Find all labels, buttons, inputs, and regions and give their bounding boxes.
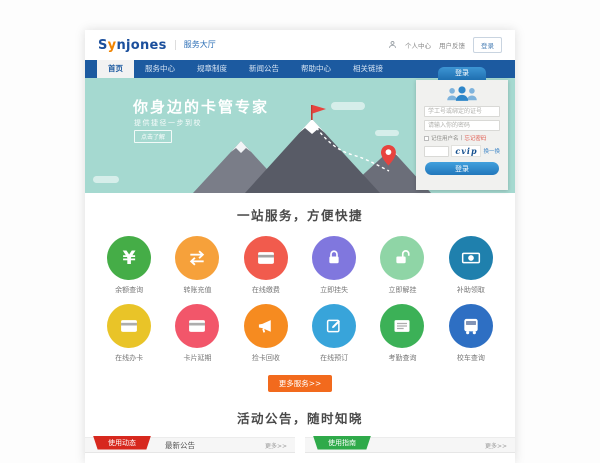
service-balance[interactable]: ¥ 余额查询	[95, 236, 163, 295]
login-submit-button[interactable]: 登录	[425, 162, 499, 175]
service-report-loss[interactable]: 立即挂失	[300, 236, 368, 295]
logo-text-rest: njones	[116, 38, 166, 53]
guide-panel-header: 使用指南 更多>>	[305, 437, 515, 453]
service-card-renewal[interactable]: 卡片延期	[163, 304, 231, 363]
nav-item-home[interactable]: 首页	[97, 60, 134, 78]
transfer-icon	[175, 236, 219, 280]
services-title: 一站服务，方便快捷	[85, 205, 515, 224]
megaphone-icon	[244, 304, 288, 348]
service-attendance[interactable]: 考勤查询	[368, 304, 436, 363]
site-header: Synjones 服务大厅 个人中心 用户反馈 登录	[85, 30, 515, 60]
compose-icon	[312, 304, 356, 348]
unlock-icon	[380, 236, 424, 280]
nav-item-rules[interactable]: 规章制度	[186, 60, 238, 78]
site-container: Synjones 服务大厅 个人中心 用户反馈 登录 首页 服务中心 规章制度 …	[85, 30, 515, 463]
logo-text: S	[98, 38, 108, 53]
users-icon	[442, 85, 482, 103]
guide-panel: 使用指南 更多>>	[305, 437, 515, 463]
bus-icon	[449, 304, 493, 348]
divider: |	[461, 135, 463, 141]
bank-card-icon	[107, 304, 151, 348]
news-panel: 使用动态 最新公告 更多>>	[85, 437, 295, 463]
service-online-booking[interactable]: 在线预订	[300, 304, 368, 363]
bank-card-icon	[244, 236, 288, 280]
nav-item-help[interactable]: 帮助中心	[290, 60, 342, 78]
tab-usage-news[interactable]: 使用动态	[93, 436, 151, 450]
guide-more-link[interactable]: 更多>>	[485, 441, 507, 450]
remember-label: 记住用户名	[431, 134, 459, 142]
announcements-title: 活动公告，随时知晓	[85, 408, 515, 427]
person-icon	[388, 40, 397, 51]
login-panel: 登录 记住用户名 | 忘记密码 cvip 换一换 登录	[416, 80, 508, 190]
services-section: 一站服务，方便快捷 ¥ 余额查询 转账充值 在线缴费	[85, 193, 515, 404]
service-unfreeze[interactable]: 立即解挂	[368, 236, 436, 295]
service-pay-online[interactable]: 在线缴费	[232, 236, 300, 295]
announcement-panels: 使用动态 最新公告 更多>> 使用指南 更多>>	[85, 437, 515, 463]
user-feedback-link[interactable]: 用户反馈	[439, 40, 465, 50]
nav-item-links[interactable]: 相关链接	[342, 60, 394, 78]
student-id-input[interactable]	[424, 106, 500, 117]
hero-subtitle: 提供捷径一步到校	[134, 118, 202, 128]
remember-checkbox[interactable]	[424, 136, 429, 141]
yuan-icon: ¥	[107, 236, 151, 280]
news-more-link[interactable]: 更多>>	[265, 441, 287, 450]
captcha-row: cvip 换一换	[424, 145, 500, 157]
logo[interactable]: Synjones	[98, 38, 167, 53]
nav-item-news[interactable]: 新闻公告	[238, 60, 290, 78]
banknote-icon	[449, 236, 493, 280]
remember-row: 记住用户名 | 忘记密码	[424, 134, 500, 142]
captcha-refresh-link[interactable]: 换一换	[483, 147, 500, 155]
service-transfer[interactable]: 转账充值	[163, 236, 231, 295]
captcha-image[interactable]: cvip	[451, 145, 481, 157]
tab-latest-announcements[interactable]: 最新公告	[165, 440, 195, 451]
login-tab[interactable]: 登录	[438, 67, 486, 80]
announcements-section: 活动公告，随时知晓 使用动态 最新公告 更多>> 使用指南 更多>>	[85, 404, 515, 463]
forgot-password-link[interactable]: 忘记密码	[464, 134, 486, 142]
services-grid: ¥ 余额查询 转账充值 在线缴费 立即挂失	[85, 224, 515, 363]
tab-usage-guide[interactable]: 使用指南	[313, 436, 371, 450]
mountain-illustration	[193, 101, 431, 193]
guide-panel-body	[305, 453, 515, 463]
cloud-decoration	[93, 176, 119, 183]
news-panel-header: 使用动态 最新公告 更多>>	[85, 437, 295, 453]
service-card-recovery[interactable]: 捡卡回收	[232, 304, 300, 363]
news-panel-body	[85, 453, 295, 463]
personal-center-link[interactable]: 个人中心	[405, 40, 431, 50]
password-input[interactable]	[424, 120, 500, 131]
hero-cta-button[interactable]: 点击了解	[134, 130, 172, 143]
hero-banner: 你身边的卡管专家 提供捷径一步到校 点击了解 登录	[85, 78, 515, 193]
header-login-button[interactable]: 登录	[473, 37, 502, 53]
captcha-input[interactable]	[424, 146, 449, 157]
service-school-bus[interactable]: 校车查询	[437, 304, 505, 363]
lock-icon	[312, 236, 356, 280]
more-services-button[interactable]: 更多服务>>	[268, 375, 333, 392]
service-apply-card[interactable]: 在线办卡	[95, 304, 163, 363]
bank-card-icon	[175, 304, 219, 348]
app-name: 服务大厅	[175, 40, 216, 50]
attendance-icon	[380, 304, 424, 348]
header-right: 个人中心 用户反馈 登录	[388, 37, 502, 53]
service-subsidy[interactable]: 补助领取	[437, 236, 505, 295]
nav-item-service-center[interactable]: 服务中心	[134, 60, 186, 78]
